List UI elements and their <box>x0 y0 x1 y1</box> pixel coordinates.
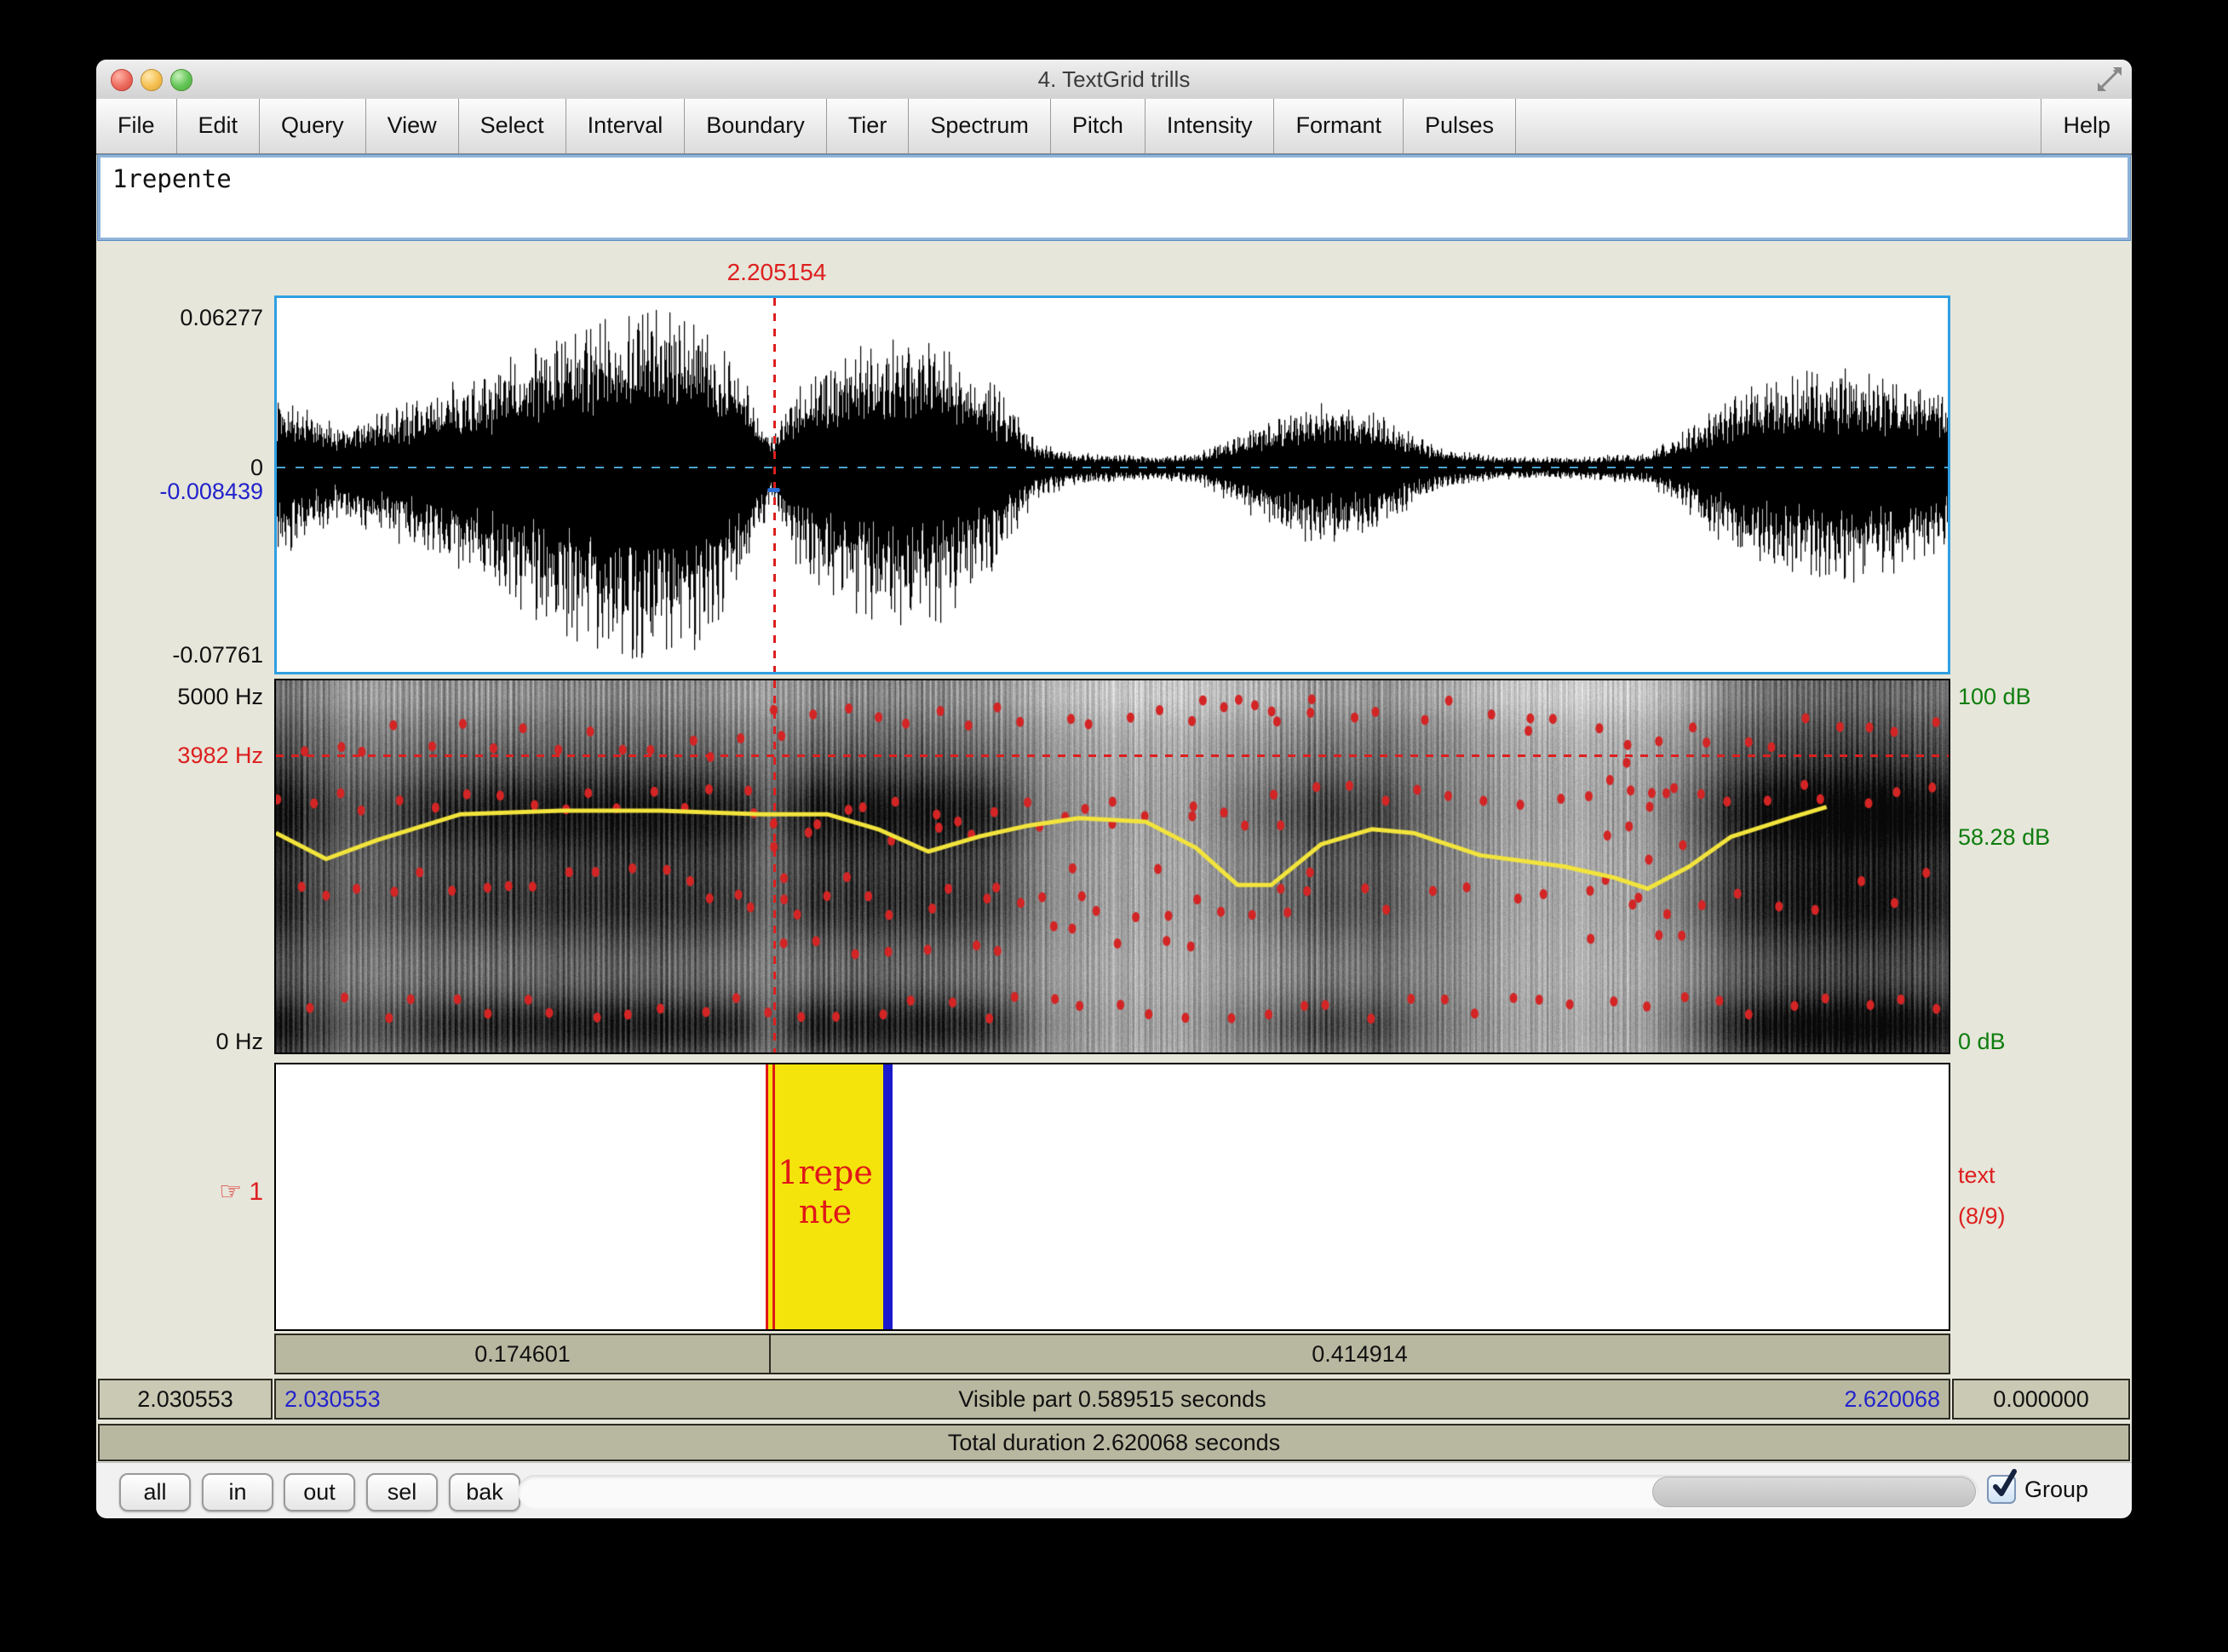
amplitude-min-label: -0.07761 <box>96 642 263 668</box>
waveform-cursor-line[interactable] <box>773 298 776 672</box>
frequency-max-label: 5000 Hz <box>96 684 263 709</box>
checkmark-icon <box>1987 1466 2024 1504</box>
menu-item-formant[interactable]: Formant <box>1274 99 1404 153</box>
visible-end-time: 2.620068 <box>1844 1380 1940 1418</box>
pointing-hand-icon: ☞ <box>219 1177 242 1207</box>
horizontal-scrollbar-track[interactable] <box>518 1475 1978 1509</box>
spectrogram-cursor-frequency-line <box>276 754 1949 757</box>
menu-item-query[interactable]: Query <box>260 99 366 153</box>
title-bar[interactable]: 4. TextGrid trills <box>96 60 2132 100</box>
horizontal-scrollbar-thumb[interactable] <box>1652 1477 1976 1507</box>
amplitude-zero-label: 0 <box>96 455 263 480</box>
intensity-min-label: 0 dB <box>1958 1029 2128 1054</box>
menu-item-edit[interactable]: Edit <box>177 99 261 153</box>
menu-item-pitch[interactable]: Pitch <box>1051 99 1146 153</box>
spectrogram-plot <box>276 680 1949 1053</box>
waveform-cursor-marker <box>767 488 780 492</box>
menu-item-help[interactable]: Help <box>2041 99 2132 153</box>
amplitude-max-label: 0.06277 <box>96 305 263 330</box>
visible-part-bar[interactable]: 2.030553 Visible part 0.589515 seconds 2… <box>274 1379 1950 1420</box>
all-button[interactable]: all <box>119 1473 191 1511</box>
tier-panel[interactable]: 1repente <box>274 1063 1950 1331</box>
resize-arrows-icon[interactable] <box>2096 66 2123 93</box>
window-title: 4. TextGrid trills <box>96 60 2132 99</box>
tier-position-label: (8/9) <box>1958 1203 2128 1229</box>
interval-text-input[interactable]: 1repente <box>98 155 2130 240</box>
selected-interval-text[interactable]: 1repente <box>767 1153 883 1231</box>
group-checkbox-label: Group <box>2024 1475 2088 1504</box>
sel-button[interactable]: sel <box>366 1473 438 1511</box>
intensity-cursor-label: 58.28 dB <box>1958 824 2128 850</box>
window-start-time[interactable]: 2.030553 <box>98 1379 273 1420</box>
menu-item-select[interactable]: Select <box>459 99 566 153</box>
visible-part-label: Visible part 0.589515 seconds <box>276 1380 1949 1418</box>
intensity-max-label: 100 dB <box>1958 684 2128 709</box>
menu-item-view[interactable]: View <box>366 99 459 153</box>
bak-button[interactable]: bak <box>449 1473 520 1511</box>
tier-type-label: text <box>1958 1162 2128 1188</box>
left-duration-segment[interactable]: 0.174601 <box>276 1335 771 1373</box>
interval-boundary[interactable] <box>883 1064 893 1329</box>
in-button[interactable]: in <box>202 1473 273 1511</box>
spectrogram-cursor-line[interactable] <box>773 680 776 1053</box>
window-end-time[interactable]: 0.000000 <box>1952 1379 2130 1420</box>
menu-item-tier[interactable]: Tier <box>827 99 910 153</box>
tier-number-label[interactable]: ☞ 1 <box>96 1179 263 1205</box>
frequency-min-label: 0 Hz <box>96 1029 263 1054</box>
spectrogram-panel[interactable] <box>274 679 1950 1054</box>
frequency-cursor-label: 3982 Hz <box>96 743 263 768</box>
menu-bar: FileEditQueryViewSelectIntervalBoundaryT… <box>96 99 2132 155</box>
desktop-background: 4. TextGrid trills FileEditQueryViewSele… <box>0 0 2228 1652</box>
menu-item-interval[interactable]: Interval <box>566 99 686 153</box>
menu-item-intensity[interactable]: Intensity <box>1146 99 1275 153</box>
praat-textgrid-window: 4. TextGrid trills FileEditQueryViewSele… <box>96 60 2132 1517</box>
cursor-time-label: 2.205154 <box>670 259 883 286</box>
group-checkbox[interactable] <box>1987 1475 2016 1504</box>
tier-number: 1 <box>249 1178 263 1206</box>
waveform-zero-line <box>277 467 1948 468</box>
waveform-panel[interactable] <box>274 295 1950 674</box>
menu-item-pulses[interactable]: Pulses <box>1404 99 1516 153</box>
selection-duration-bar: 0.174601 0.414914 <box>274 1334 1950 1374</box>
right-duration-segment[interactable]: 0.414914 <box>771 1335 1949 1373</box>
footer-bar: allinoutselbak Group <box>96 1462 2132 1518</box>
waveform-plot <box>277 298 1948 672</box>
total-duration-bar[interactable]: Total duration 2.620068 seconds <box>98 1424 2130 1461</box>
menu-item-spectrum[interactable]: Spectrum <box>909 99 1051 153</box>
amplitude-cursor-label: -0.008439 <box>96 479 263 504</box>
out-button[interactable]: out <box>284 1473 355 1511</box>
menu-item-boundary[interactable]: Boundary <box>685 99 827 153</box>
menu-item-file[interactable]: File <box>96 99 177 153</box>
